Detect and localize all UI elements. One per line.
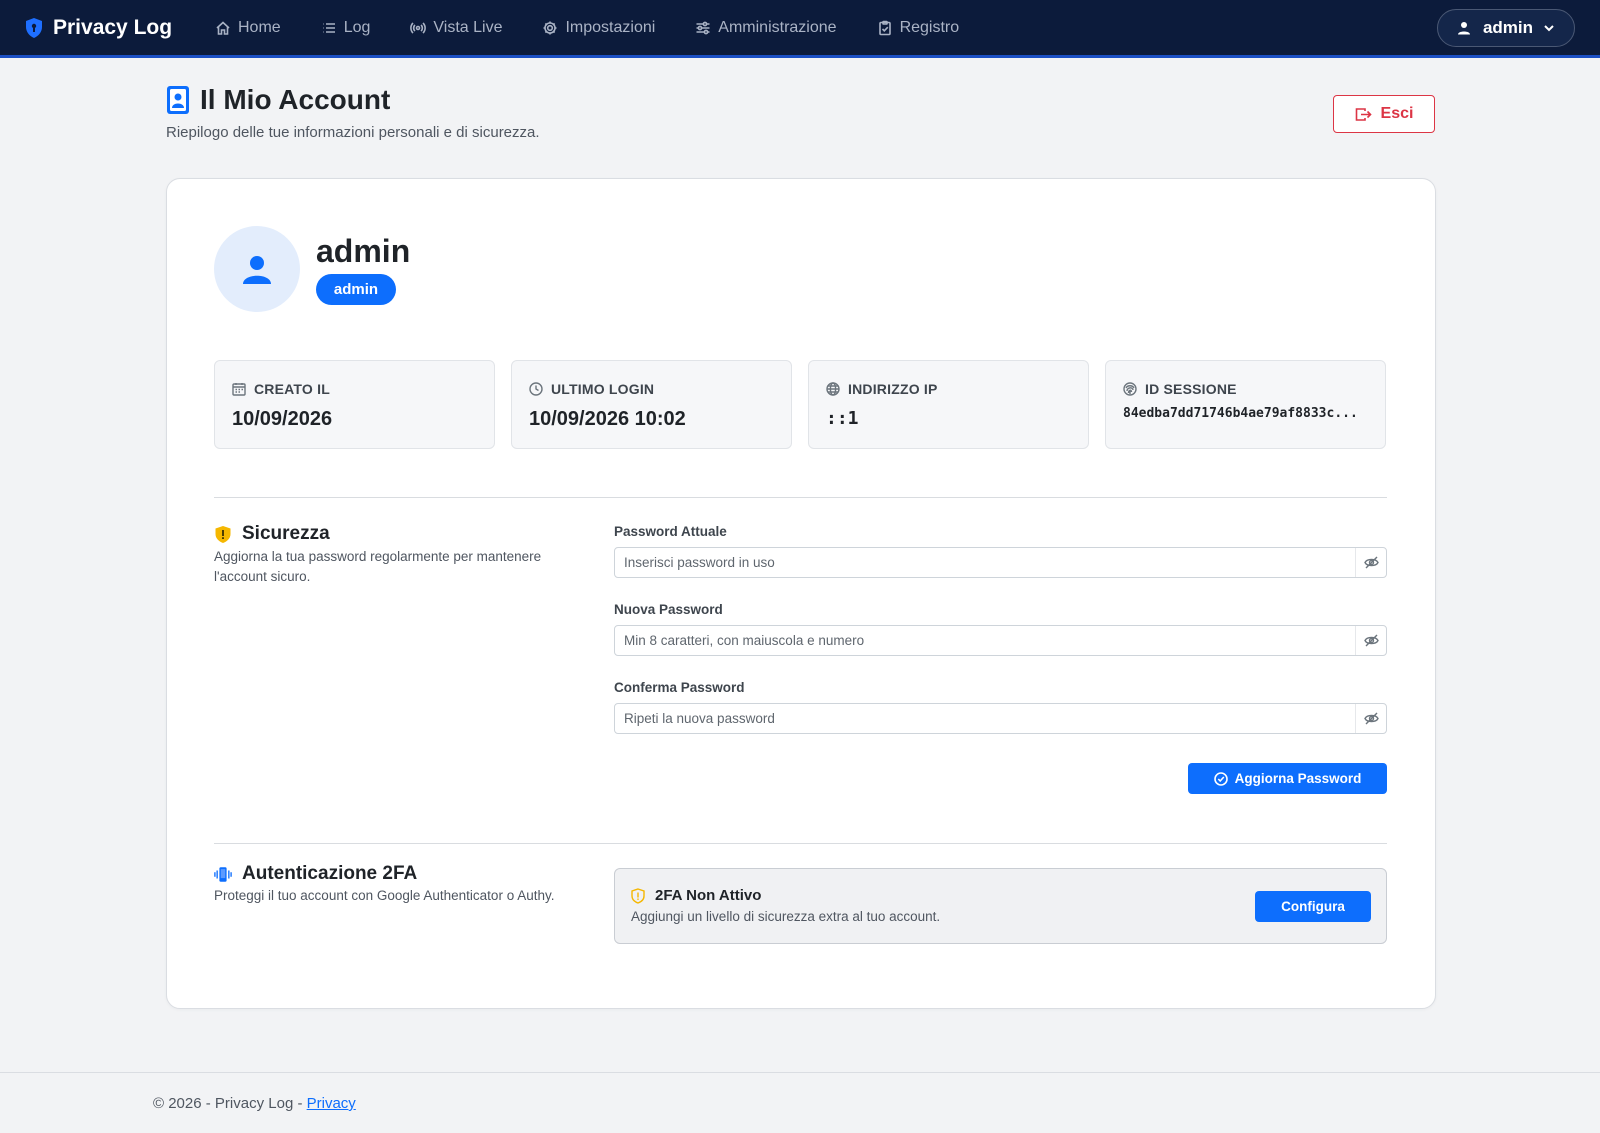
section-title-text: Sicurezza	[242, 523, 330, 544]
calendar-icon	[232, 383, 246, 396]
twofa-description: Proteggi il tuo account con Google Authe…	[214, 888, 555, 903]
stat-value: 84edba7dd71746b4ae79af8833c...	[1123, 406, 1358, 421]
shield-icon	[26, 18, 42, 38]
broadcast-icon	[410, 21, 427, 34]
clipboard-icon	[878, 20, 891, 35]
logout-icon	[1355, 107, 1372, 121]
nav-item-impostazioni[interactable]: Impostazioni	[542, 19, 655, 37]
logout-label: Esci	[1380, 105, 1414, 122]
brand[interactable]: Privacy Log	[24, 16, 172, 40]
nav-menu: Home Log Vista Live Impostazioni Amminis…	[215, 0, 999, 55]
nav-item-label: Log	[343, 18, 371, 36]
fingerprint-icon	[1123, 382, 1137, 396]
footer-copyright: © 2026 - Privacy Log -	[153, 1095, 307, 1112]
security-section-title: Sicurezza	[214, 523, 330, 545]
update-password-button[interactable]: Aggiorna Password	[1188, 763, 1387, 794]
chevron-down-icon	[1544, 25, 1554, 32]
twofa-status-box: 2FA Non Attivo Aggiungi un livello di si…	[614, 868, 1387, 944]
nav-item-log[interactable]: Log	[321, 18, 371, 37]
stat-ip-address: INDIRIZZO IP ::1	[808, 360, 1089, 449]
current-password-field[interactable]: Inserisci password in uso	[614, 547, 1387, 578]
stat-value: 10/09/2026 10:02	[529, 408, 686, 430]
nav-item-vista-live[interactable]: Vista Live	[410, 19, 502, 37]
sliders-icon	[696, 21, 710, 34]
gear-icon	[543, 21, 557, 34]
profile-username: admin	[316, 233, 411, 269]
new-password-label: Nuova Password	[614, 602, 723, 617]
page-title-text: Il Mio Account	[200, 84, 391, 115]
stat-value: ::1	[826, 408, 859, 429]
nav-item-registro[interactable]: Registro	[877, 18, 960, 37]
user-icon	[1457, 22, 1470, 35]
eye-slash-icon	[1363, 556, 1379, 569]
nav-item-label: Impostazioni	[565, 18, 656, 36]
stat-label: ID SESSIONE	[1145, 381, 1237, 397]
home-icon	[216, 20, 230, 35]
nav-item-home[interactable]: Home	[215, 19, 281, 37]
page-subtitle: Riepilogo delle tue informazioni persona…	[166, 124, 540, 141]
stat-value: 10/09/2026	[232, 408, 333, 430]
toggle-visibility-button[interactable]	[1355, 548, 1386, 577]
role-badge: admin	[316, 274, 396, 305]
nav-item-amministrazione[interactable]: Amministrazione	[695, 18, 837, 37]
privacy-link[interactable]: Privacy	[307, 1095, 356, 1112]
new-password-field[interactable]: Min 8 caratteri, con maiuscola e numero	[614, 625, 1387, 656]
twofa-section-title: Autenticazione 2FA	[214, 863, 417, 885]
security-description: Aggiorna la tua password regolarmente pe…	[214, 549, 542, 584]
brand-name: Privacy Log	[53, 16, 173, 39]
page-title: Il Mio Account	[166, 84, 390, 116]
globe-icon	[826, 382, 840, 396]
twofa-status-description: Aggiungi un livello di sicurezza extra a…	[631, 909, 941, 924]
footer: © 2026 - Privacy Log - Privacy	[0, 1072, 1600, 1133]
account-card: admin admin CREATO IL 10/09/2026 ULTIMO …	[166, 178, 1436, 1009]
placeholder: Inserisci password in uso	[624, 555, 775, 570]
eye-slash-icon	[1363, 634, 1379, 647]
check-circle-icon	[1213, 771, 1228, 786]
stat-label: INDIRIZZO IP	[848, 381, 938, 397]
confirm-password-label: Conferma Password	[614, 680, 745, 695]
phone-vibrate-icon	[214, 866, 232, 882]
toggle-visibility-button[interactable]	[1355, 626, 1386, 655]
divider	[214, 497, 1387, 498]
confirm-password-field[interactable]: Ripeti la nuova password	[614, 703, 1387, 734]
nav-item-label: Home	[238, 18, 281, 36]
divider	[214, 843, 1387, 844]
stat-session-id: ID SESSIONE 84edba7dd71746b4ae79af8833c.…	[1105, 360, 1386, 449]
clock-icon	[529, 382, 543, 396]
placeholder: Min 8 caratteri, con maiuscola e numero	[624, 633, 865, 648]
logout-button[interactable]: Esci	[1333, 95, 1435, 133]
nav-item-label: Amministrazione	[718, 18, 837, 36]
user-icon	[243, 256, 271, 284]
stat-created: CREATO IL 10/09/2026	[214, 360, 495, 449]
twofa-status-title: 2FA Non Attivo	[655, 887, 762, 904]
shield-alert-icon	[215, 525, 231, 543]
nav-item-label: Vista Live	[433, 18, 503, 36]
eye-slash-icon	[1363, 712, 1379, 725]
avatar	[214, 226, 300, 312]
list-icon	[322, 22, 335, 33]
shield-warning-icon	[631, 887, 645, 904]
user-menu-label: admin	[1482, 18, 1534, 37]
stat-last-login: ULTIMO LOGIN 10/09/2026 10:02	[511, 360, 792, 449]
section-title-text: Autenticazione 2FA	[242, 863, 418, 884]
configure-2fa-button[interactable]: Configura	[1255, 891, 1371, 922]
stat-label: ULTIMO LOGIN	[551, 381, 655, 397]
nav-item-label: Registro	[899, 18, 960, 36]
toggle-visibility-button[interactable]	[1355, 704, 1386, 733]
update-password-label: Aggiorna Password	[1234, 771, 1362, 786]
stat-label: CREATO IL	[254, 381, 330, 397]
id-badge-icon	[167, 86, 189, 114]
current-password-label: Password Attuale	[614, 524, 727, 539]
user-menu-button[interactable]: admin	[1437, 9, 1575, 47]
top-navbar: Privacy Log Home Log Vista Live Impostaz…	[0, 0, 1600, 58]
placeholder: Ripeti la nuova password	[624, 711, 775, 726]
